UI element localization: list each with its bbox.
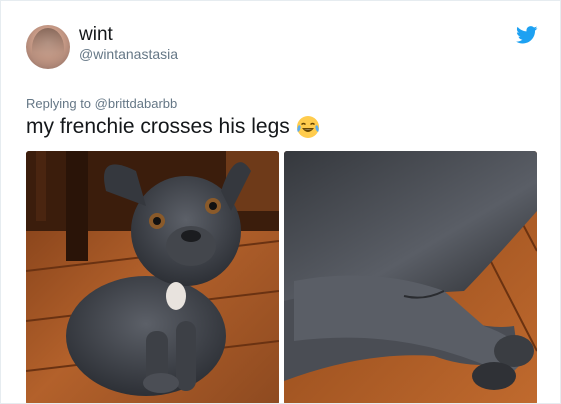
crossed-legs-closeup-photo[interactable]: [284, 151, 537, 403]
avatar[interactable]: [26, 25, 70, 69]
replying-to-label[interactable]: Replying to @brittdabarbb: [26, 96, 177, 111]
user-handle[interactable]: @wintanastasia: [79, 46, 178, 62]
dog-sitting-photo[interactable]: [26, 151, 279, 403]
tweet-text: my frenchie crosses his legs: [26, 115, 290, 138]
tweet-text-row: my frenchie crosses his legs: [26, 115, 320, 139]
tweet-card: wint @wintanastasia Replying to @brittda…: [0, 0, 561, 404]
face-with-tears-of-joy-icon: [296, 116, 319, 138]
display-name[interactable]: wint: [79, 24, 113, 46]
twitter-bird-icon[interactable]: [516, 26, 538, 44]
